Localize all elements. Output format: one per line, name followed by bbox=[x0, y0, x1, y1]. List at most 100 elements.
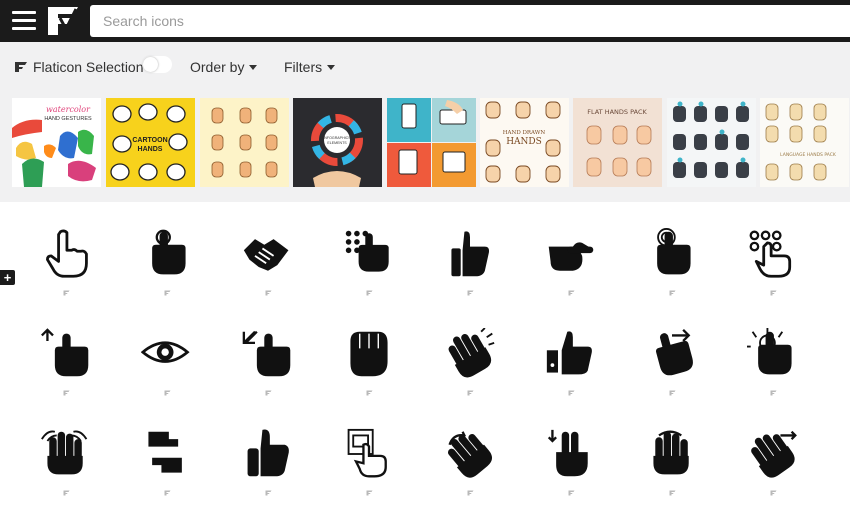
order-by-label: Order by bbox=[190, 59, 245, 75]
expand-gesture-icon bbox=[242, 330, 291, 377]
hands-swap-icon bbox=[148, 431, 182, 473]
thumbnail-language-hands-pack[interactable]: LANGUAGE HANDS PACK bbox=[760, 98, 849, 187]
flaticon-mini-icon bbox=[770, 290, 777, 296]
svg-text:ELEMENTS: ELEMENTS bbox=[327, 141, 347, 145]
svg-text:watercolor: watercolor bbox=[46, 105, 91, 114]
thumbnail-hand-drawn-hands[interactable]: HAND DRAWN HANDS bbox=[480, 98, 569, 187]
hamburger-menu-icon[interactable] bbox=[12, 11, 36, 31]
icon-grid-item[interactable] bbox=[26, 318, 106, 398]
icon-grid-item[interactable] bbox=[228, 418, 308, 498]
icon-grid-item[interactable] bbox=[430, 418, 510, 498]
thumbnail-cartoon-hands[interactable]: CARTOON HANDS bbox=[106, 98, 195, 187]
flaticon-mini-icon bbox=[265, 390, 272, 396]
thumbs-up-icon bbox=[451, 231, 490, 277]
icon-grid-item[interactable] bbox=[26, 218, 106, 298]
flaticon-mini-icon bbox=[467, 390, 474, 396]
flaticon-mini-icon bbox=[63, 290, 70, 296]
icon-grid-item[interactable] bbox=[329, 318, 409, 398]
order-by-dropdown[interactable]: Order by bbox=[190, 59, 258, 75]
icon-grid-item[interactable] bbox=[329, 218, 409, 298]
filter-toolbar: Flaticon Selection Order by Filters bbox=[0, 42, 850, 92]
two-finger-down-icon bbox=[547, 429, 588, 477]
chevron-down-icon bbox=[327, 64, 336, 70]
icon-grid-item[interactable] bbox=[228, 218, 308, 298]
flaticon-logo-icon bbox=[15, 62, 27, 72]
icon-grid-item[interactable] bbox=[26, 418, 106, 498]
point-right-icon bbox=[548, 242, 594, 271]
thumbnail-infographics-elements[interactable]: INFOGRAPHICS ELEMENTS bbox=[293, 98, 382, 187]
search-input[interactable] bbox=[90, 5, 850, 37]
flaticon-selection[interactable]: Flaticon Selection bbox=[14, 59, 144, 75]
flaticon-mini-icon bbox=[568, 490, 575, 496]
thumbnail-watercolor-hand-gestures[interactable]: watercolor HAND GESTURES bbox=[12, 98, 101, 187]
flaticon-selection-toggle[interactable] bbox=[142, 56, 172, 73]
thumbnail-flat-hands-pack[interactable]: FLAT HANDS PACK bbox=[573, 98, 662, 187]
icon-grid-item[interactable] bbox=[632, 418, 712, 498]
freepik-logo-icon[interactable] bbox=[46, 5, 80, 37]
icon-grid-item[interactable] bbox=[531, 318, 611, 398]
icon-grid-item[interactable] bbox=[531, 418, 611, 498]
icon-grid-item[interactable] bbox=[329, 418, 409, 498]
swipe-right-icon bbox=[651, 328, 696, 378]
like-button-icon bbox=[546, 331, 592, 375]
keypad-touch-outline-icon bbox=[749, 230, 792, 278]
icon-grid-item[interactable] bbox=[228, 318, 308, 398]
icon-grid-item[interactable] bbox=[127, 418, 207, 498]
icon-grid-item[interactable] bbox=[632, 318, 712, 398]
two-finger-swipe-icon bbox=[747, 428, 799, 480]
icon-grid-item[interactable] bbox=[127, 318, 207, 398]
search-box[interactable] bbox=[90, 5, 850, 37]
icon-grid-item[interactable] bbox=[733, 418, 813, 498]
svg-text:HAND GESTURES: HAND GESTURES bbox=[44, 116, 92, 122]
touch-screen-icon bbox=[347, 428, 387, 478]
chevron-down-icon bbox=[249, 64, 258, 70]
swipe-up-icon bbox=[41, 328, 89, 377]
icon-grid-item[interactable] bbox=[733, 318, 813, 398]
flaticon-mini-icon bbox=[669, 290, 676, 296]
flaticon-mini-icon bbox=[265, 490, 272, 496]
svg-text:HAND DRAWN: HAND DRAWN bbox=[503, 130, 546, 136]
icon-grid-item[interactable] bbox=[430, 318, 510, 398]
handshake-icon bbox=[243, 239, 289, 271]
flaticon-mini-icon bbox=[164, 490, 171, 496]
thumbs-up-solid-icon bbox=[247, 429, 289, 477]
flaticon-mini-icon bbox=[366, 290, 373, 296]
multi-touch-icon bbox=[41, 430, 88, 475]
flaticon-mini-icon bbox=[366, 490, 373, 496]
eye-icon bbox=[141, 341, 190, 363]
icon-grid-item[interactable] bbox=[632, 218, 712, 298]
touch-hold-icon bbox=[747, 328, 792, 375]
double-tap-icon bbox=[657, 228, 691, 275]
filters-dropdown[interactable]: Filters bbox=[284, 59, 336, 75]
flaticon-selection-label: Flaticon Selection bbox=[33, 59, 144, 75]
flaticon-mini-icon bbox=[63, 390, 70, 396]
thumbnail-hands-with-phones[interactable] bbox=[387, 98, 476, 187]
flaticon-mini-icon bbox=[164, 390, 171, 396]
flaticon-mini-icon bbox=[265, 290, 272, 296]
thumbnail-touch-gestures[interactable] bbox=[667, 98, 756, 187]
svg-text:INFOGRAPHICS: INFOGRAPHICS bbox=[323, 136, 351, 140]
tap-finger-icon bbox=[152, 229, 186, 275]
add-to-collection-button[interactable]: + bbox=[0, 270, 15, 285]
icon-grid-item[interactable] bbox=[531, 218, 611, 298]
flaticon-mini-icon bbox=[63, 490, 70, 496]
clapping-hands-icon bbox=[444, 328, 495, 380]
fist-icon bbox=[350, 331, 388, 377]
svg-text:HANDS: HANDS bbox=[506, 137, 542, 147]
flaticon-mini-icon bbox=[669, 390, 676, 396]
icon-grid-item[interactable] bbox=[733, 218, 813, 298]
svg-text:HANDS: HANDS bbox=[138, 146, 163, 153]
icon-grid-item[interactable] bbox=[127, 218, 207, 298]
icon-grid-item[interactable] bbox=[430, 218, 510, 298]
thumbnail-hand-gestures-yellow[interactable] bbox=[200, 98, 289, 187]
svg-text:LANGUAGE HANDS PACK: LANGUAGE HANDS PACK bbox=[780, 152, 837, 158]
filters-label: Filters bbox=[284, 59, 323, 75]
flaticon-mini-icon bbox=[467, 490, 474, 496]
flaticon-mini-icon bbox=[770, 490, 777, 496]
three-finger-tap-icon bbox=[653, 430, 689, 475]
flaticon-mini-icon bbox=[164, 290, 171, 296]
rotate-gesture-icon bbox=[444, 428, 496, 480]
flaticon-mini-icon bbox=[467, 290, 474, 296]
svg-text:FLAT HANDS PACK: FLAT HANDS PACK bbox=[587, 108, 647, 116]
flaticon-mini-icon bbox=[366, 390, 373, 396]
